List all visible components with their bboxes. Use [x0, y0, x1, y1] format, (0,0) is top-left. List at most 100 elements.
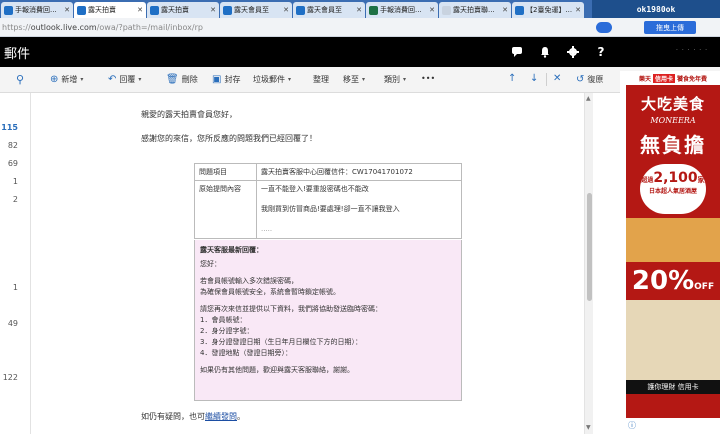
browser-tab-title: 露天拍賣	[161, 6, 189, 14]
browser-tab[interactable]: 露天拍賣聯... ✕	[439, 2, 511, 18]
browser-tab[interactable]: 露天拍賣 ✕	[147, 2, 219, 18]
close-tab-icon[interactable]: ✕	[356, 6, 362, 14]
upload-button[interactable]: 拖曳上傳	[644, 21, 696, 34]
question-table: 問題項目 露天拍賣客服中心回覆信件：CW17041701072 原始提問內容 一…	[194, 163, 462, 239]
undo-icon: ↺	[576, 74, 585, 85]
browser-tab[interactable]: 【2臺免運】... ✕	[512, 2, 584, 18]
ask-again-link[interactable]: 繼續發問	[205, 412, 237, 421]
new-label: 新增	[61, 75, 78, 84]
page-favicon-icon	[442, 5, 451, 15]
browser-tab-title: 【2臺免運】...	[526, 6, 573, 14]
close-tab-icon[interactable]: ✕	[283, 6, 289, 14]
reply-button[interactable]: ↶ 回覆 ▾	[108, 74, 141, 85]
new-button[interactable]: ⊕ 新增 ▾	[50, 74, 83, 85]
url-text[interactable]: https://outlook.live.com/owa/?path=/mail…	[2, 23, 203, 32]
outlook-favicon-icon	[150, 5, 159, 15]
close-tab-icon[interactable]: ✕	[575, 6, 581, 14]
browser-counter-panel: ok1980ok	[592, 0, 720, 18]
folder-count[interactable]: 122	[0, 373, 18, 382]
browser-tab-title: 露天拍賣	[88, 6, 116, 14]
help-icon[interactable]: ?	[586, 37, 616, 67]
food-image	[626, 218, 720, 262]
reply-box: 露天客服最新回覆： 您好： 若會員帳號輸入多次錯誤密碼， 為確保會員帳號安全，系…	[194, 240, 462, 401]
reply-line: 請您再次來信並提供以下資料，我們將協助發送臨時密碼：	[200, 305, 382, 313]
chevron-down-icon[interactable]: ▾	[362, 76, 365, 83]
arrow-down-icon[interactable]: ↓	[530, 73, 538, 84]
outlook-favicon-icon	[4, 5, 13, 15]
url-path: /owa/?path=/mail/inbox/rp	[96, 22, 203, 32]
ad-percent-suffix: OFF	[694, 282, 715, 292]
trash-icon: 🗑	[166, 74, 179, 85]
scrollbar-thumb[interactable]	[587, 193, 592, 301]
chevron-down-icon[interactable]: ▾	[138, 76, 141, 83]
browser-tab[interactable]: 手報消費回... ✕	[366, 2, 438, 18]
browser-tab[interactable]: 露天會員至 ✕	[293, 2, 365, 18]
junk-button[interactable]: 垃圾郵件 ▾	[253, 74, 291, 85]
sweep-button[interactable]: 整理	[313, 74, 329, 85]
chevron-down-icon[interactable]: ▾	[288, 76, 291, 83]
browser-tab[interactable]: 露天會員至 ✕	[220, 2, 292, 18]
browser-tab[interactable]: 手報消費回... ✕	[1, 2, 73, 18]
close-tab-icon[interactable]: ✕	[137, 6, 143, 14]
greeting-text: 親愛的露天拍賣會員您好，	[141, 110, 237, 119]
ad-subtitle: MONEERA	[650, 116, 696, 125]
reply-line: 1．會員帳號：	[200, 316, 247, 324]
url-scheme: https://	[2, 22, 31, 32]
arrow-up-icon[interactable]: ↑	[508, 73, 516, 84]
ad-banner[interactable]: 樂天 信用卡 饕食免年費 大吃美食 MONEERA 無負擔 超過2,100家 日…	[626, 71, 720, 426]
folder-count[interactable]: 69	[0, 159, 18, 168]
archive-label: 封存	[224, 75, 241, 84]
reply-line: 為確保會員帳號安全，系統會暫時鎖定帳號。	[200, 288, 340, 296]
categorize-label: 類別	[384, 75, 400, 84]
user-name[interactable]: · · · · · ·	[676, 47, 710, 57]
more-button[interactable]: •••	[421, 74, 435, 83]
url-host: outlook.live.com	[30, 22, 97, 32]
bell-icon[interactable]	[530, 37, 560, 67]
table-label: 問題項目	[194, 163, 257, 181]
footer-prefix: 如仍有疑問，也可	[141, 412, 205, 421]
reading-scrollbar[interactable]: ▲ ▼	[584, 93, 593, 434]
table-row: 問題項目 露天拍賣客服中心回覆信件：CW17041701072	[194, 163, 462, 181]
chevron-down-icon[interactable]: ▾	[403, 76, 406, 83]
reply-label: 回覆	[119, 75, 136, 84]
folder-count[interactable]: 115	[0, 123, 18, 132]
ad-badge-label: 信用卡	[652, 73, 675, 83]
archive-button[interactable]: ▣ 封存	[212, 74, 240, 85]
ad-brand: 樂天	[638, 75, 651, 83]
question-line: 一直不能登入!要重設密碼也不能改	[261, 185, 369, 193]
cloud-icon[interactable]	[596, 22, 612, 33]
delete-label: 刪除	[181, 75, 198, 84]
search-icon[interactable]: ⚲	[16, 73, 24, 86]
chevron-down-icon[interactable]: ▾	[80, 76, 83, 83]
close-tab-icon[interactable]: ✕	[210, 6, 216, 14]
browser-tab-active[interactable]: 露天拍賣 ✕	[74, 2, 146, 18]
question-line: .....	[261, 225, 273, 233]
move-button[interactable]: 移至 ▾	[343, 74, 365, 85]
folder-count[interactable]: 1	[0, 177, 18, 186]
scroll-down-icon[interactable]: ▼	[586, 424, 591, 431]
folder-pane: 115 82 69 1 2 1 49 122	[0, 93, 30, 434]
address-bar[interactable]: https://outlook.live.com/owa/?path=/mail…	[0, 18, 720, 37]
folder-count[interactable]: 1	[0, 283, 18, 292]
close-tab-icon[interactable]: ✕	[64, 6, 70, 14]
reply-line: 4．發證地點（發證日期旁）：	[200, 349, 292, 357]
ad-badge-prefix: 超過	[641, 177, 654, 184]
ad-tagline: 饕食免年費	[677, 75, 708, 83]
move-label: 移至	[343, 75, 359, 84]
gear-icon[interactable]	[558, 37, 588, 67]
browser-tab-title: 露天會員至	[234, 6, 269, 14]
delete-button[interactable]: 🗑 刪除	[166, 74, 198, 85]
categorize-button[interactable]: 類別 ▾	[384, 74, 406, 85]
reply-line: 若會員帳號輸入多次錯誤密碼，	[200, 277, 298, 285]
chat-icon[interactable]	[502, 37, 532, 67]
folder-count[interactable]: 49	[0, 319, 18, 328]
close-tab-icon[interactable]: ✕	[502, 6, 508, 14]
sweep-label: 整理	[313, 75, 329, 84]
scroll-up-icon[interactable]: ▲	[586, 95, 591, 102]
undo-button[interactable]: ↺ 復原	[576, 74, 603, 85]
folder-count[interactable]: 2	[0, 195, 18, 204]
ad-info-icon[interactable]: ⓘ	[628, 420, 636, 431]
close-tab-icon[interactable]: ✕	[429, 6, 435, 14]
close-icon[interactable]: ✕	[553, 73, 561, 84]
folder-count[interactable]: 82	[0, 141, 18, 150]
